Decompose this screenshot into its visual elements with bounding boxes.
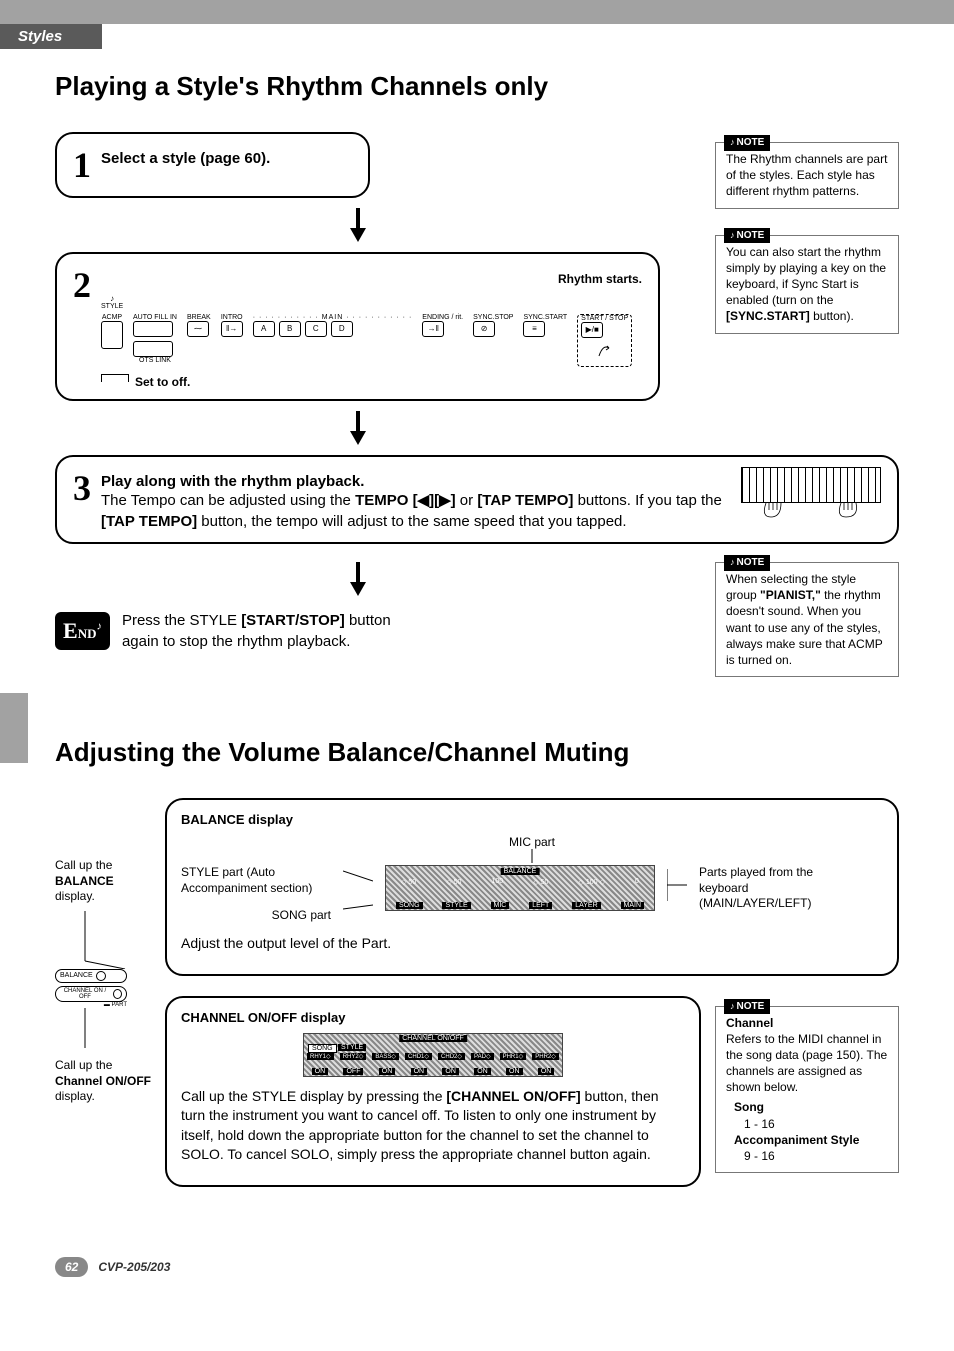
channel-screen: CHANNEL ON/OFF SONG STYLE RHY1◇ RHY2◇ BA… <box>303 1033 563 1077</box>
side-tab <box>0 693 28 763</box>
kbd-parts-label: Parts played from the keyboard (MAIN/LAY… <box>699 865 849 912</box>
step-1-box: 1 Select a style (page 60). <box>55 132 370 198</box>
page-title-2: Adjusting the Volume Balance/Channel Mut… <box>55 737 899 768</box>
break-button[interactable]: ⁓ <box>187 321 209 337</box>
step-2-box: 2 Rhythm starts. ♪ STYLE ACMP <box>55 252 660 401</box>
leader-line <box>75 911 135 969</box>
note-acc-range: 9 - 16 <box>744 1148 888 1164</box>
leader-lines-2 <box>343 865 373 915</box>
syncstop-label: SYNC.STOP <box>473 314 513 321</box>
balance-title: BALANCE display <box>181 812 883 827</box>
page-footer: 62 CVP-205/203 <box>55 1257 899 1277</box>
channel-text: Call up the STYLE display by pressing th… <box>181 1087 685 1165</box>
step-3-text: The Tempo can be adjusted using the TEMP… <box>101 490 741 532</box>
set-to-off-label: Set to off. <box>135 375 190 389</box>
step-3-title: Play along with the rhythm playback. <box>101 473 741 490</box>
otslink-label: OTS LINK <box>133 357 177 364</box>
note-song-label: Song <box>734 1099 888 1115</box>
note-label: ♪NOTE <box>724 555 770 571</box>
ending-label: ENDING / rit. <box>422 314 463 321</box>
note-1-text: The Rhythm channels are part of the styl… <box>726 152 887 198</box>
top-bar <box>0 0 954 24</box>
note-2: ♪NOTE You can also start the rhythm simp… <box>715 235 899 334</box>
note-channel: ♪NOTE Channel Refers to the MIDI channel… <box>715 1006 899 1174</box>
syncstart-label: SYNC.START <box>523 314 567 321</box>
adjust-text: Adjust the output level of the Part. <box>181 934 883 954</box>
note-channel-text: Refers to the MIDI channel in the song d… <box>726 1031 888 1096</box>
arrow-down-icon-3 <box>55 562 660 596</box>
balance-callout: Call up the BALANCE display. <box>55 858 155 905</box>
balance-display-box: BALANCE display MIC part STYLE part (Aut… <box>165 798 899 975</box>
step-3-box: 3 Play along with the rhythm playback. T… <box>55 455 899 544</box>
note-song-range: 1 - 16 <box>744 1116 888 1132</box>
note-label: ♪NOTE <box>724 228 770 244</box>
note-label: ♪NOTE <box>724 135 770 151</box>
note-acc-label: Accompaniment Style <box>734 1132 888 1148</box>
note-1: ♪NOTE The Rhythm channels are part of th… <box>715 142 899 209</box>
end-badge: END♪ <box>55 612 110 650</box>
note-2-text: You can also start the rhythm simply by … <box>726 245 886 324</box>
autofillin-label: AUTO FILL IN <box>133 314 177 321</box>
end-step: END♪ Press the STYLE [START/STOP] button… <box>55 610 660 652</box>
autofillin-button[interactable] <box>133 321 173 337</box>
arrow-down-icon <box>55 208 660 242</box>
note-label: ♪NOTE <box>724 999 770 1015</box>
channel-callout: Call up the Channel ON/OFF display. <box>55 1058 155 1105</box>
balance-panel-button[interactable]: BALANCE <box>55 969 127 983</box>
startstop-label: START / STOP <box>581 315 628 322</box>
section-tab-text: Styles <box>0 24 102 49</box>
startstop-button[interactable]: ▶/■ <box>581 322 603 338</box>
keyboard-hands-icon <box>741 467 881 521</box>
step-1-number: 1 <box>73 144 91 186</box>
ending-button[interactable]: →‖ <box>422 321 444 337</box>
section-tab: Styles <box>0 24 954 49</box>
note-channel-title: Channel <box>726 1015 888 1031</box>
note-3: ♪NOTE When selecting the style group "PI… <box>715 562 899 677</box>
step-2-number: 2 <box>73 264 91 306</box>
model-name: CVP-205/203 <box>98 1260 170 1274</box>
otslink-button[interactable] <box>133 341 173 357</box>
leader-line-3 <box>667 865 687 905</box>
page-title-1: Playing a Style's Rhythm Channels only <box>55 71 899 102</box>
main-label: MAIN <box>322 314 344 321</box>
rhythm-starts-label: Rhythm starts. <box>558 272 642 286</box>
intro-button[interactable]: ‖→ <box>221 321 243 337</box>
main-d-button[interactable]: D <box>331 321 353 337</box>
mic-part-label: MIC part <box>181 835 883 849</box>
main-b-button[interactable]: B <box>279 321 301 337</box>
channel-title: CHANNEL ON/OFF display <box>181 1010 685 1025</box>
step-1-text: Select a style (page 60). <box>101 150 270 167</box>
note-3-text: When selecting the style group "PIANIST,… <box>726 572 883 667</box>
end-text: Press the STYLE [START/STOP] button agai… <box>122 610 402 652</box>
break-label: BREAK <box>187 314 211 321</box>
syncstart-button[interactable]: ≡ <box>523 321 545 337</box>
step-3-number: 3 <box>73 467 91 509</box>
channel-panel-button[interactable]: CHANNEL ON / OFF <box>55 986 127 1002</box>
balance-screen: BALANCE SONG STYLE MIC LEFT LAYER MAIN ◇… <box>385 865 655 911</box>
intro-label: INTRO <box>221 314 243 321</box>
channel-display-box: CHANNEL ON/OFF display CHANNEL ON/OFF SO… <box>165 996 701 1187</box>
arrow-down-icon-2 <box>55 411 660 445</box>
main-a-button[interactable]: A <box>253 321 275 337</box>
song-part-label: SONG part <box>181 908 331 924</box>
style-label: STYLE <box>101 303 123 310</box>
acmp-label: ACMP <box>101 314 123 321</box>
leader-line-2 <box>75 1008 135 1058</box>
main-c-button[interactable]: C <box>305 321 327 337</box>
leader-lines <box>181 849 883 865</box>
style-part-label: STYLE part (Auto Accompaniment section) <box>181 865 331 896</box>
syncstop-button[interactable]: ⊘ <box>473 321 495 337</box>
page-number: 62 <box>55 1257 88 1277</box>
acmp-button[interactable] <box>101 321 123 349</box>
